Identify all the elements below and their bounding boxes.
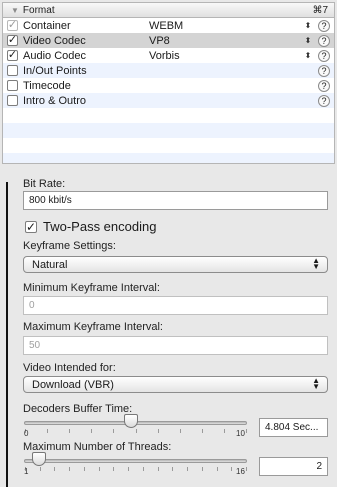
checkbox-video-codec[interactable]: ✓	[7, 35, 18, 46]
row-name: Container	[23, 19, 71, 32]
section-title: Format	[22, 4, 55, 16]
twopass-toggle[interactable]: ✓ Two-Pass encoding	[25, 219, 156, 234]
help-icon[interactable]: ?	[318, 79, 330, 92]
select-arrows-icon: ▲ ▼	[312, 376, 320, 391]
divider-line	[6, 182, 8, 487]
row-intro-outro[interactable]: Intro & Outro ?	[3, 93, 334, 108]
decoders-buffer-label: Decoders Buffer Time:	[23, 403, 133, 415]
row-name: Intro & Outro	[23, 94, 86, 107]
help-icon[interactable]: ?	[318, 94, 330, 107]
row-value: WEBM	[149, 19, 184, 32]
stepper-icon[interactable]: ⬍	[302, 36, 314, 45]
slider-tick	[69, 467, 71, 471]
min-keyframe-field[interactable]: 0	[23, 296, 328, 315]
slider-tick	[91, 429, 93, 433]
row-value: VP8	[149, 34, 170, 47]
options-table: ▼ Format ⌘7 ✓ Container WEBM ⬍ ? ✓ Video…	[2, 2, 335, 164]
slider-tick	[246, 429, 247, 433]
stepper-icon[interactable]: ⬍	[302, 51, 314, 60]
row-name: In/Out Points	[23, 64, 87, 77]
empty-row	[3, 153, 334, 163]
slider-tick	[216, 467, 218, 471]
slider-tick	[39, 467, 41, 471]
bitrate-label: Bit Rate:	[23, 178, 66, 190]
min-keyframe-label: Minimum Keyframe Interval:	[23, 282, 160, 294]
slider-tick	[172, 467, 174, 471]
slider-tick	[179, 429, 181, 433]
decoders-buffer-knob[interactable]	[124, 414, 139, 428]
slider-tick	[135, 429, 137, 433]
slider-tick	[231, 467, 233, 471]
select-arrows-icon: ▲ ▼	[312, 256, 320, 271]
keyframe-settings-value: Natural	[32, 259, 68, 271]
max-keyframe-label: Maximum Keyframe Interval:	[23, 321, 163, 333]
section-shortcut: ⌘7	[312, 4, 328, 16]
video-intended-select[interactable]: Download (VBR) ▲ ▼	[23, 376, 328, 393]
slider-tick	[128, 467, 130, 471]
format-section-header[interactable]: ▼ Format ⌘7	[3, 3, 334, 18]
decoders-min-label: 0	[24, 429, 29, 438]
slider-tick	[223, 429, 225, 433]
slider-tick	[157, 467, 159, 471]
slider-tick	[246, 467, 247, 471]
empty-row	[3, 108, 334, 123]
threads-field[interactable]: 2	[259, 457, 328, 476]
row-name: Video Codec	[23, 34, 86, 47]
threads-knob[interactable]	[31, 452, 46, 466]
row-audio-codec[interactable]: ✓ Audio Codec Vorbis ⬍ ?	[3, 48, 334, 63]
disclosure-triangle-icon[interactable]: ▼	[11, 6, 19, 15]
video-intended-label: Video Intended for:	[23, 362, 116, 374]
threads-slider[interactable]	[24, 459, 247, 463]
slider-tick	[201, 429, 203, 433]
checkbox-audio-codec[interactable]: ✓	[7, 50, 18, 61]
slider-tick	[113, 467, 115, 471]
slider-tick	[69, 429, 71, 433]
checkbox-timecode[interactable]	[7, 80, 18, 91]
threads-max-label: 16	[236, 467, 245, 476]
video-intended-value: Download (VBR)	[32, 379, 114, 391]
empty-row	[3, 123, 334, 138]
keyframe-settings-select[interactable]: Natural ▲ ▼	[23, 256, 328, 273]
slider-tick	[47, 429, 49, 433]
help-icon[interactable]: ?	[318, 19, 330, 32]
max-keyframe-field[interactable]: 50	[23, 336, 328, 355]
threads-min-label: 1	[24, 467, 29, 476]
keyframe-settings-label: Keyframe Settings:	[23, 240, 116, 252]
slider-tick	[98, 467, 100, 471]
bitrate-field[interactable]: 800 kbit/s	[23, 191, 328, 210]
row-video-codec[interactable]: ✓ Video Codec VP8 ⬍ ?	[3, 33, 334, 48]
row-name: Timecode	[23, 79, 71, 92]
slider-tick	[83, 467, 85, 471]
row-timecode[interactable]: Timecode ?	[3, 78, 334, 93]
checkbox-in-out-points[interactable]	[7, 65, 18, 76]
help-icon[interactable]: ?	[318, 64, 330, 77]
twopass-checkbox[interactable]: ✓	[25, 220, 37, 233]
threads-label: Maximum Number of Threads:	[23, 441, 172, 453]
row-value: Vorbis	[149, 49, 180, 62]
checkbox-intro-outro[interactable]	[7, 95, 18, 106]
encoder-settings-window: ▼ Format ⌘7 ✓ Container WEBM ⬍ ? ✓ Video…	[0, 0, 337, 487]
twopass-label: Two-Pass encoding	[43, 219, 157, 234]
stepper-icon[interactable]: ⬍	[302, 21, 314, 30]
row-container[interactable]: ✓ Container WEBM ⬍ ?	[3, 18, 334, 33]
decoders-buffer-field[interactable]: 4.804 Sec...	[259, 418, 328, 437]
help-icon[interactable]: ?	[318, 34, 330, 47]
decoders-max-label: 10	[236, 429, 245, 438]
checkbox-container: ✓	[7, 19, 18, 31]
slider-tick	[157, 429, 159, 433]
slider-tick	[113, 429, 115, 433]
help-icon[interactable]: ?	[318, 49, 330, 62]
empty-row	[3, 138, 334, 153]
slider-tick	[187, 467, 189, 471]
slider-tick	[201, 467, 203, 471]
slider-tick	[54, 467, 56, 471]
row-in-out-points[interactable]: In/Out Points ?	[3, 63, 334, 78]
slider-tick	[142, 467, 144, 471]
row-name: Audio Codec	[23, 49, 86, 62]
